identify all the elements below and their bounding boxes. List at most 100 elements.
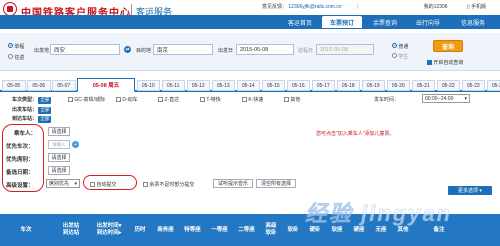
table-header-cell: 二等座 — [238, 226, 255, 233]
mobile-version-link[interactable]: 手机版 — [471, 4, 486, 10]
arrive-station-all-tag[interactable]: 全部 — [38, 115, 52, 123]
passenger-label: 乘车人： — [14, 131, 37, 137]
depart-station-all-tag[interactable]: 全部 — [38, 106, 52, 114]
depart-time-select[interactable]: 00:00--24:00 ▾ — [422, 94, 470, 103]
radio-normal[interactable] — [392, 43, 397, 48]
depart-date-input[interactable]: 2015-05-08 — [236, 44, 294, 55]
date-tab[interactable]: 05-18 — [336, 80, 360, 91]
depart-date-label: 出发日 — [218, 48, 234, 54]
mobile-icon: ▯ — [466, 4, 470, 10]
nav-remaining-tickets[interactable]: 余票查询 — [364, 16, 406, 28]
to-label: 目的地 — [136, 48, 152, 54]
checkbox-k[interactable] — [242, 97, 247, 103]
select-seat-button[interactable]: 请选择 — [48, 153, 70, 162]
clear-all-button[interactable]: 清空所有选择 — [256, 179, 296, 188]
date-tab[interactable]: 05-15 — [261, 80, 285, 91]
nav-info-service[interactable]: 信息服务 — [450, 16, 496, 28]
date-tab[interactable]: 05-19 — [361, 80, 385, 91]
nav-home[interactable]: 客运首页 — [279, 16, 321, 28]
search-button[interactable]: 查询 — [433, 40, 463, 52]
swap-icon[interactable]: ⇄ — [124, 46, 131, 53]
trip-oneway-label: 单程 — [14, 44, 25, 50]
ticket-normal-option[interactable]: 普通 — [392, 43, 408, 50]
train-type-other[interactable]: 其他 — [284, 96, 314, 103]
select-passenger-button[interactable]: 请选择 — [48, 127, 70, 136]
train-type-label: 车次类型： — [12, 97, 38, 103]
radio-student[interactable] — [392, 53, 397, 58]
partial-submit-checkbox[interactable] — [143, 182, 148, 188]
ticket-student-option[interactable]: 学生 — [392, 53, 408, 60]
watermark: 经验 jingyan — [305, 201, 453, 227]
date-tab[interactable]: 05-14 — [236, 80, 260, 91]
date-tab[interactable]: 05-11 — [161, 80, 185, 91]
date-tab[interactable]: 05-13 — [211, 80, 235, 91]
date-tab[interactable]: 05-24 — [486, 80, 500, 91]
nav-travel-guide[interactable]: 出行向导 — [407, 16, 449, 28]
date-tab[interactable]: 05-16 — [286, 80, 310, 91]
trip-oneway-option[interactable]: 单程 — [8, 43, 24, 50]
add-train-icon[interactable]: + — [72, 141, 79, 148]
auto-submit-option[interactable]: 自动提交 — [90, 181, 116, 188]
train-type-d[interactable]: D-动车 — [116, 96, 158, 103]
from-label: 出发地 — [34, 48, 50, 54]
trip-return-option[interactable]: 往返 — [8, 54, 24, 61]
table-header-cell: 软卧 — [287, 226, 299, 233]
return-date-input[interactable]: 2015-05-08 — [316, 44, 374, 55]
advanced-label: 高级设置： — [6, 183, 34, 189]
date-tab[interactable]: 05-07 — [52, 80, 76, 91]
date-tab[interactable]: 05-10 — [136, 80, 160, 91]
to-station-input[interactable]: 南京 — [153, 44, 213, 55]
test-music-button[interactable]: 试听提示音乐 — [213, 179, 253, 188]
train-type-k[interactable]: K-快速 — [242, 96, 284, 103]
date-tab[interactable]: 05-17 — [311, 80, 335, 91]
checkbox-other[interactable] — [284, 97, 289, 103]
radio-oneway[interactable] — [8, 43, 13, 48]
date-tab[interactable]: 05-06 — [27, 80, 51, 91]
top-links: 意见反馈： 12306yjfk@rails.com.cn | 我的12306 ▯… — [262, 3, 486, 10]
train-type-all-tag[interactable]: 全部 — [38, 96, 52, 104]
date-tab[interactable]: 05-20 — [386, 80, 410, 91]
table-header-cell[interactable]: 历时 — [128, 214, 152, 246]
radio-return[interactable] — [8, 54, 13, 59]
train-type-other-label: 其他 — [290, 97, 301, 103]
link-separator: | — [356, 4, 359, 10]
train-type-gc[interactable]: GC-高铁/城际 — [68, 96, 116, 103]
auto-query-label: 开启自动查询 — [433, 60, 464, 66]
chevron-down-icon: ▾ — [464, 95, 467, 102]
feedback-email-link[interactable]: 12306yjfk@rails.com.cn — [288, 4, 341, 10]
my-12306-link[interactable]: 我的12306 — [424, 4, 448, 10]
date-tab[interactable]: 05-05 — [2, 80, 26, 91]
return-date-label: 返程日 — [298, 48, 314, 54]
train-type-z[interactable]: Z-直达 — [158, 96, 200, 103]
date-tab[interactable]: 05-22 — [436, 80, 460, 91]
depart-station-row: 出发车站： 全部 — [12, 106, 52, 114]
auto-submit-checkbox[interactable] — [90, 182, 95, 188]
advanced-select[interactable]: 席别优先 ▾ — [46, 179, 80, 188]
arrive-station-label: 到达车站： — [12, 116, 38, 122]
from-station-input[interactable]: 西安 — [50, 44, 120, 55]
nav-ticket-booking[interactable]: 车票预订 — [322, 16, 362, 28]
date-tab[interactable]: 05-08 周五 — [77, 78, 135, 92]
train-type-d-label: D-动车 — [122, 97, 138, 103]
checkbox-z[interactable] — [158, 97, 163, 103]
checkbox-gc[interactable] — [68, 97, 73, 103]
child-ticket-tip: 您可点击"加入乘车人"添加儿童票。 — [316, 131, 395, 137]
auto-query-toggle[interactable]: 开启自动查询 — [427, 59, 463, 66]
partial-submit-label: 余票不足时部分提交 — [149, 182, 195, 188]
date-tab[interactable]: 05-12 — [186, 80, 210, 91]
priority-train-label: 优先车次： — [6, 144, 34, 150]
train-type-t[interactable]: T-特快 — [200, 96, 242, 103]
more-options-button[interactable]: 更多选项 ▾ — [448, 186, 492, 195]
date-tab[interactable]: 05-23 — [461, 80, 485, 91]
table-header-cell[interactable]: 出发时间▾ 到达时间▸ — [90, 214, 128, 246]
checkbox-d[interactable] — [116, 97, 121, 103]
partial-submit-option[interactable]: 余票不足时部分提交 — [143, 181, 194, 188]
table-header-cell: 车次 — [20, 226, 32, 233]
select-backup-date-button[interactable]: 请选择 — [48, 166, 70, 175]
backup-date-label: 备选日期： — [6, 170, 34, 176]
ticket-student-label: 学生 — [398, 54, 409, 60]
checkbox-t[interactable] — [200, 97, 205, 103]
auto-query-checkbox[interactable] — [427, 60, 432, 66]
priority-train-input[interactable]: 请输入 — [48, 140, 70, 149]
date-tab[interactable]: 05-21 — [411, 80, 435, 91]
